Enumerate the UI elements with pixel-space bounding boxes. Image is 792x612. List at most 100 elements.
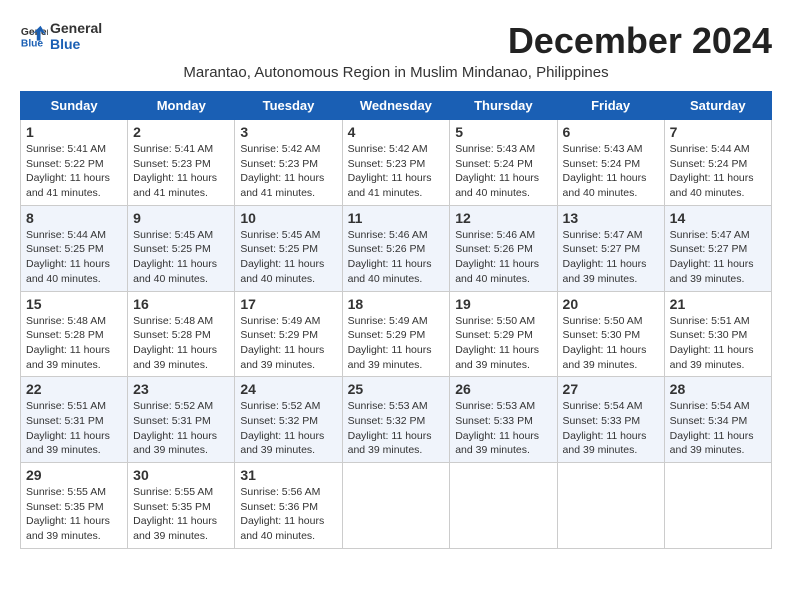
day-info: Sunrise: 5:55 AMSunset: 5:35 PMDaylight:…: [26, 485, 122, 544]
day-number: 27: [563, 381, 659, 397]
calendar-table: SundayMondayTuesdayWednesdayThursdayFrid…: [20, 91, 772, 549]
day-number: 28: [670, 381, 766, 397]
calendar-cell: [664, 463, 771, 549]
calendar-cell: 17 Sunrise: 5:49 AMSunset: 5:29 PMDayligh…: [235, 291, 342, 377]
calendar-cell: 9 Sunrise: 5:45 AMSunset: 5:25 PMDaylight…: [128, 205, 235, 291]
day-header-sunday: Sunday: [21, 92, 128, 120]
calendar-cell: 30 Sunrise: 5:55 AMSunset: 5:35 PMDayligh…: [128, 463, 235, 549]
day-number: 1: [26, 124, 122, 140]
day-number: 9: [133, 210, 229, 226]
day-number: 20: [563, 296, 659, 312]
day-info: Sunrise: 5:42 AMSunset: 5:23 PMDaylight:…: [348, 142, 445, 201]
day-number: 12: [455, 210, 551, 226]
day-header-friday: Friday: [557, 92, 664, 120]
calendar-cell: 18 Sunrise: 5:49 AMSunset: 5:29 PMDayligh…: [342, 291, 450, 377]
calendar-cell: [342, 463, 450, 549]
calendar-cell: 10 Sunrise: 5:45 AMSunset: 5:25 PMDayligh…: [235, 205, 342, 291]
day-number: 31: [240, 467, 336, 483]
calendar-cell: 31 Sunrise: 5:56 AMSunset: 5:36 PMDayligh…: [235, 463, 342, 549]
day-info: Sunrise: 5:43 AMSunset: 5:24 PMDaylight:…: [563, 142, 659, 201]
day-number: 25: [348, 381, 445, 397]
calendar-cell: 1 Sunrise: 5:41 AMSunset: 5:22 PMDaylight…: [21, 120, 128, 206]
day-number: 17: [240, 296, 336, 312]
day-info: Sunrise: 5:53 AMSunset: 5:33 PMDaylight:…: [455, 399, 551, 458]
day-number: 18: [348, 296, 445, 312]
calendar-cell: [450, 463, 557, 549]
calendar-cell: 14Sunrise: 5:47 AMSunset: 5:27 PMDayligh…: [664, 205, 771, 291]
day-number: 6: [563, 124, 659, 140]
day-info: Sunrise: 5:56 AMSunset: 5:36 PMDaylight:…: [240, 485, 336, 544]
day-info: Sunrise: 5:50 AMSunset: 5:30 PMDaylight:…: [563, 314, 659, 373]
day-info: Sunrise: 5:47 AMSunset: 5:27 PMDaylight:…: [563, 228, 659, 287]
day-number: 7: [670, 124, 766, 140]
calendar-cell: 29Sunrise: 5:55 AMSunset: 5:35 PMDayligh…: [21, 463, 128, 549]
calendar-cell: 23 Sunrise: 5:52 AMSunset: 5:31 PMDayligh…: [128, 377, 235, 463]
day-number: 13: [563, 210, 659, 226]
calendar-cell: 27 Sunrise: 5:54 AMSunset: 5:33 PMDayligh…: [557, 377, 664, 463]
day-info: Sunrise: 5:48 AMSunset: 5:28 PMDaylight:…: [133, 314, 229, 373]
day-info: Sunrise: 5:49 AMSunset: 5:29 PMDaylight:…: [348, 314, 445, 373]
day-info: Sunrise: 5:45 AMSunset: 5:25 PMDaylight:…: [133, 228, 229, 287]
day-info: Sunrise: 5:43 AMSunset: 5:24 PMDaylight:…: [455, 142, 551, 201]
calendar-cell: 16 Sunrise: 5:48 AMSunset: 5:28 PMDayligh…: [128, 291, 235, 377]
logo-general: General: [50, 20, 102, 36]
day-header-thursday: Thursday: [450, 92, 557, 120]
logo-icon: General Blue: [20, 22, 48, 50]
day-info: Sunrise: 5:44 AMSunset: 5:25 PMDaylight:…: [26, 228, 122, 287]
logo-blue: Blue: [50, 36, 102, 52]
day-header-monday: Monday: [128, 92, 235, 120]
calendar-cell: 11Sunrise: 5:46 AMSunset: 5:26 PMDayligh…: [342, 205, 450, 291]
day-info: Sunrise: 5:47 AMSunset: 5:27 PMDaylight:…: [670, 228, 766, 287]
day-number: 22: [26, 381, 122, 397]
day-number: 21: [670, 296, 766, 312]
day-number: 10: [240, 210, 336, 226]
day-number: 23: [133, 381, 229, 397]
calendar-cell: 25 Sunrise: 5:53 AMSunset: 5:32 PMDayligh…: [342, 377, 450, 463]
day-info: Sunrise: 5:54 AMSunset: 5:33 PMDaylight:…: [563, 399, 659, 458]
day-number: 8: [26, 210, 122, 226]
calendar-cell: 3 Sunrise: 5:42 AMSunset: 5:23 PMDaylight…: [235, 120, 342, 206]
day-info: Sunrise: 5:53 AMSunset: 5:32 PMDaylight:…: [348, 399, 445, 458]
day-info: Sunrise: 5:41 AMSunset: 5:22 PMDaylight:…: [26, 142, 122, 201]
day-info: Sunrise: 5:50 AMSunset: 5:29 PMDaylight:…: [455, 314, 551, 373]
calendar-cell: 20 Sunrise: 5:50 AMSunset: 5:30 PMDayligh…: [557, 291, 664, 377]
calendar-cell: 12 Sunrise: 5:46 AMSunset: 5:26 PMDayligh…: [450, 205, 557, 291]
calendar-cell: 24 Sunrise: 5:52 AMSunset: 5:32 PMDayligh…: [235, 377, 342, 463]
day-info: Sunrise: 5:51 AMSunset: 5:30 PMDaylight:…: [670, 314, 766, 373]
day-info: Sunrise: 5:54 AMSunset: 5:34 PMDaylight:…: [670, 399, 766, 458]
day-number: 24: [240, 381, 336, 397]
day-info: Sunrise: 5:44 AMSunset: 5:24 PMDaylight:…: [670, 142, 766, 201]
calendar-cell: [557, 463, 664, 549]
calendar-cell: 8 Sunrise: 5:44 AMSunset: 5:25 PMDaylight…: [21, 205, 128, 291]
day-info: Sunrise: 5:52 AMSunset: 5:31 PMDaylight:…: [133, 399, 229, 458]
logo: General Blue General Blue: [20, 20, 102, 52]
calendar-cell: 2Sunrise: 5:41 AMSunset: 5:23 PMDaylight…: [128, 120, 235, 206]
location-title: Marantao, Autonomous Region in Muslim Mi…: [20, 64, 772, 81]
day-number: 26: [455, 381, 551, 397]
calendar-cell: 7 Sunrise: 5:44 AMSunset: 5:24 PMDaylight…: [664, 120, 771, 206]
day-number: 5: [455, 124, 551, 140]
day-number: 16: [133, 296, 229, 312]
day-info: Sunrise: 5:42 AMSunset: 5:23 PMDaylight:…: [240, 142, 336, 201]
day-number: 30: [133, 467, 229, 483]
day-info: Sunrise: 5:51 AMSunset: 5:31 PMDaylight:…: [26, 399, 122, 458]
day-info: Sunrise: 5:46 AMSunset: 5:26 PMDaylight:…: [455, 228, 551, 287]
calendar-cell: 28 Sunrise: 5:54 AMSunset: 5:34 PMDayligh…: [664, 377, 771, 463]
day-info: Sunrise: 5:48 AMSunset: 5:28 PMDaylight:…: [26, 314, 122, 373]
calendar-cell: 4Sunrise: 5:42 AMSunset: 5:23 PMDaylight…: [342, 120, 450, 206]
day-number: 11: [348, 210, 445, 226]
day-header-saturday: Saturday: [664, 92, 771, 120]
day-info: Sunrise: 5:45 AMSunset: 5:25 PMDaylight:…: [240, 228, 336, 287]
day-info: Sunrise: 5:49 AMSunset: 5:29 PMDaylight:…: [240, 314, 336, 373]
day-info: Sunrise: 5:52 AMSunset: 5:32 PMDaylight:…: [240, 399, 336, 458]
calendar-cell: 26 Sunrise: 5:53 AMSunset: 5:33 PMDayligh…: [450, 377, 557, 463]
day-header-wednesday: Wednesday: [342, 92, 450, 120]
day-info: Sunrise: 5:55 AMSunset: 5:35 PMDaylight:…: [133, 485, 229, 544]
calendar-cell: 19Sunrise: 5:50 AMSunset: 5:29 PMDayligh…: [450, 291, 557, 377]
calendar-cell: 21 Sunrise: 5:51 AMSunset: 5:30 PMDayligh…: [664, 291, 771, 377]
calendar-cell: 15Sunrise: 5:48 AMSunset: 5:28 PMDayligh…: [21, 291, 128, 377]
day-info: Sunrise: 5:41 AMSunset: 5:23 PMDaylight:…: [133, 142, 229, 201]
day-header-tuesday: Tuesday: [235, 92, 342, 120]
day-number: 3: [240, 124, 336, 140]
calendar-cell: 13 Sunrise: 5:47 AMSunset: 5:27 PMDayligh…: [557, 205, 664, 291]
